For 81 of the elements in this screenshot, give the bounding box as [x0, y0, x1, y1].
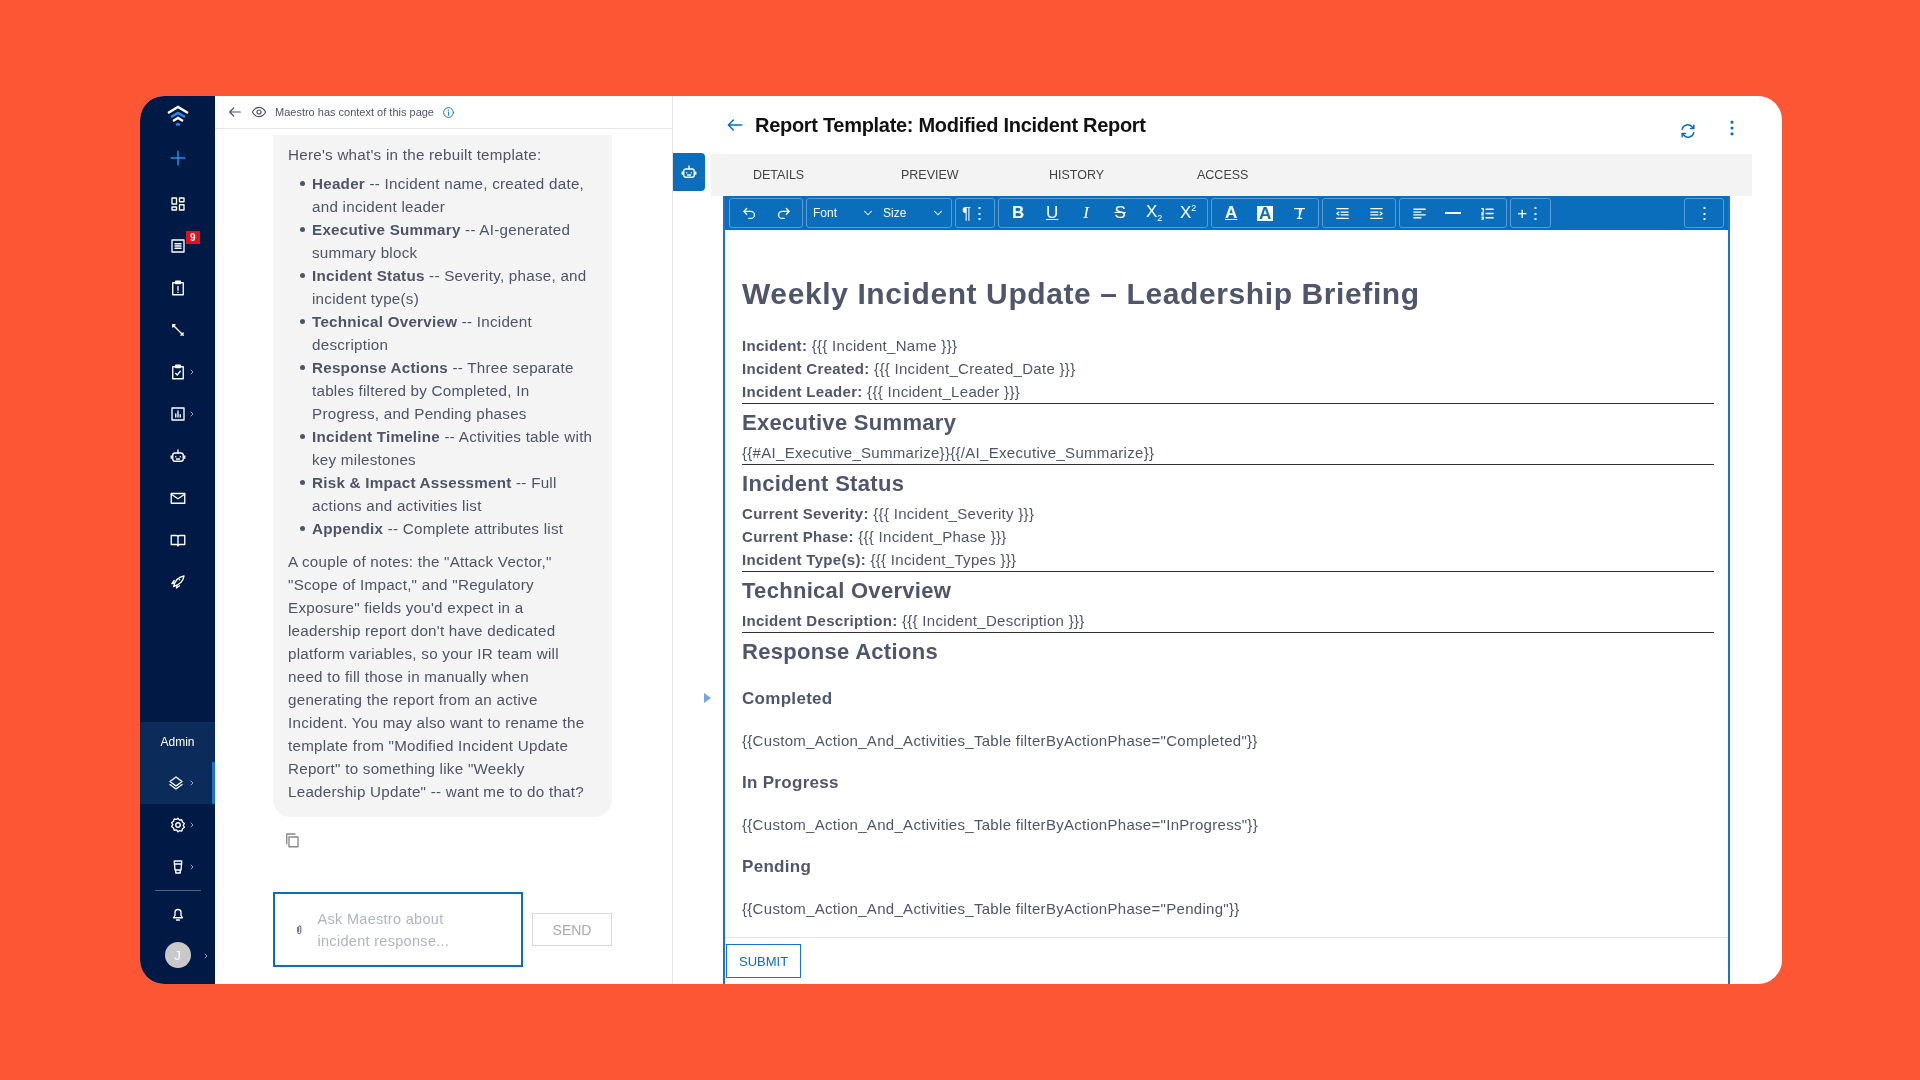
section-heading: Response Actions	[742, 638, 939, 666]
bullet-dot	[300, 434, 305, 439]
layers-icon	[167, 774, 185, 792]
template-field: Incident: {{{ Incident_Name }}}	[742, 334, 1714, 357]
context-note: Maestro has context of this page	[275, 106, 434, 118]
format-button[interactable]: I	[1069, 200, 1104, 226]
subheading: In Progress	[742, 772, 840, 794]
assistant-toggle-button[interactable]	[673, 153, 705, 191]
subheading: Completed	[742, 688, 834, 710]
rocket-icon	[168, 573, 187, 591]
format-button[interactable]: ⋮	[1687, 200, 1721, 226]
section-heading: Executive Summary	[742, 409, 958, 437]
format-button[interactable]: X$^{2}$	[1171, 200, 1206, 226]
sidebar-item[interactable]: 9	[140, 225, 215, 267]
eye-icon	[251, 104, 267, 120]
horizontal-rule-icon	[1445, 212, 1462, 214]
copy-icon[interactable]	[283, 831, 301, 849]
settings-icon	[168, 816, 187, 834]
page-title: Report Template: Modified Incident Report	[755, 113, 1147, 137]
list-item-text: Incident Timeline -- Activities table with key milestones	[312, 427, 594, 470]
format-button[interactable]: U	[1035, 200, 1070, 226]
template-tag: {{Custom_Action_And_Activities_Table filterByActionPhase="Pending"}}	[742, 899, 1714, 919]
bullet-dot	[300, 480, 305, 485]
template-tag: {{Custom_Action_And_Activities_Table filterByActionPhase="InProgress"}}	[742, 815, 1714, 835]
chevron-icon	[188, 821, 196, 829]
bullet-dot	[300, 181, 305, 186]
chevron-icon	[188, 779, 196, 787]
document-title: Weekly Incident Update – Leadership Briefing	[742, 276, 1421, 312]
bullet-dot	[300, 526, 305, 531]
info-icon	[442, 105, 455, 119]
template-tag: {{Custom_Action_And_Activities_Table filterByActionPhase="Completed"}}	[742, 731, 1714, 751]
tab[interactable]: ACCESS	[1157, 154, 1305, 196]
format-button[interactable]: +⋮	[1513, 200, 1549, 226]
format-button[interactable]: ¶⋮	[958, 200, 993, 226]
list-item-text: Incident Status -- Severity, phase, and incident type(s)	[312, 266, 588, 309]
template-field: {{#AI_Executive_Summarize}}{{/AI_Executive_Summarize}}	[742, 441, 1714, 464]
template-field: Incident Leader: {{{ Incident_Leader }}}	[742, 380, 1714, 403]
chevron-icon	[188, 368, 196, 376]
refresh-icon[interactable]	[1678, 121, 1698, 141]
bullet-dot	[300, 227, 305, 232]
chart-icon	[168, 405, 187, 423]
dashboard-icon	[168, 195, 187, 213]
list-item-text: Technical Overview -- Incident description	[312, 312, 533, 355]
count-badge: 9	[186, 231, 200, 244]
chevron-icon	[188, 863, 196, 871]
format-button[interactable]: A	[1248, 200, 1283, 226]
list-item-text: Response Actions -- Three separate tables filtered by Completed, In Progress, and Pending phases	[312, 358, 575, 424]
message-text: A couple of notes: the "Attack Vector," "Scope of Impact," and "Regulatory Exposure" fields you'd expect in a leadership report don't have dedicated platform variables, so your IR team will need to fill those in manually when generating the report from an active Incident. You may also want to rename the template from "Modified Incident Update Report" to something like "Weekly Leadership Update" -- want me to do that?	[288, 552, 586, 802]
back-arrow-icon[interactable]	[227, 104, 243, 120]
section-heading: Incident Status	[742, 470, 906, 498]
message-text: Here's what's in the rebuilt template:	[288, 145, 543, 165]
bullet-dot	[300, 319, 305, 324]
template-field: Incident Type(s): {{{ Incident_Types }}}	[742, 548, 1714, 571]
format-button[interactable]: S	[1103, 200, 1138, 226]
submit-button[interactable]: SUBMIT	[726, 944, 802, 978]
section-label: Admin	[140, 722, 215, 762]
section-heading: Technical Overview	[742, 577, 953, 605]
dropdown[interactable]: Font	[809, 200, 879, 226]
list-item-text: Appendix -- Complete attributes list	[312, 519, 564, 539]
format-button[interactable]: B	[1001, 200, 1036, 226]
list-item-text: Header -- Incident name, created date, and incident leader	[312, 174, 586, 217]
chevron-icon	[202, 952, 210, 960]
bullet-dot	[300, 365, 305, 370]
tab[interactable]: PREVIEW	[861, 154, 1009, 196]
chevron-icon	[188, 410, 196, 418]
list-item-text: Risk & Impact Assessment -- Full actions and activities list	[312, 473, 558, 516]
format-button[interactable]: A	[1214, 200, 1249, 226]
robot-icon	[168, 447, 187, 465]
template-field: Incident Created: {{{ Incident_Created_Date }}}	[742, 357, 1714, 380]
bullet-dot	[300, 273, 305, 278]
list-icon	[168, 237, 187, 255]
format-button[interactable]: X$_{2}$	[1137, 200, 1172, 226]
dropdown[interactable]: Size	[879, 200, 949, 226]
robot-icon	[680, 163, 698, 181]
template-field: Current Phase: {{{ Incident_Phase }}}	[742, 525, 1714, 548]
list-item-text: Executive Summary -- AI-generated summary block	[312, 220, 572, 263]
template-field: Incident Description: {{{ Incident_Description }}}	[742, 609, 1714, 632]
subheading: Pending	[742, 856, 813, 878]
tab[interactable]: HISTORY	[1009, 154, 1157, 196]
template-field: Current Severity: {{{ Incident_Severity }}}	[742, 502, 1714, 525]
tab[interactable]: DETAILS	[713, 154, 861, 196]
